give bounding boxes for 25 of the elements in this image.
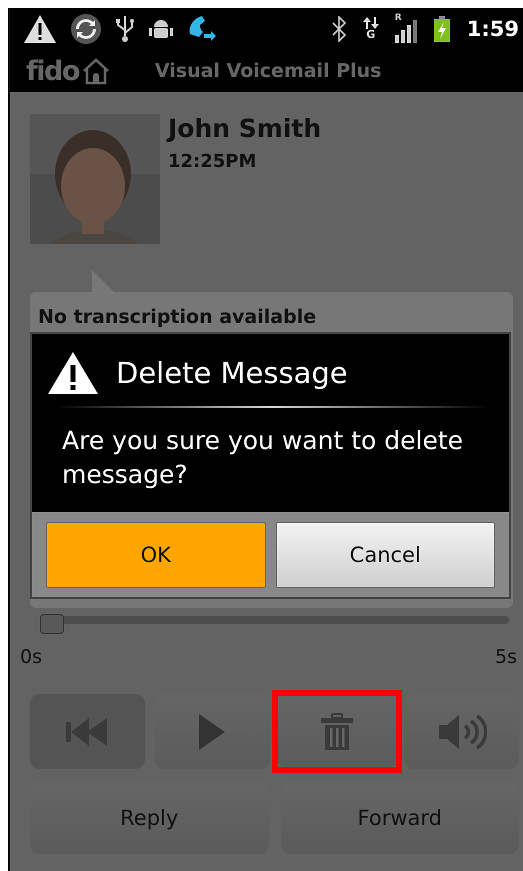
end-time: 5s bbox=[495, 646, 517, 668]
dialog-message: Are you sure you want to delete message? bbox=[61, 425, 464, 491]
usb-icon bbox=[114, 14, 136, 44]
transcription-text: No transcription available bbox=[38, 306, 316, 328]
progress-thumb[interactable] bbox=[40, 614, 64, 634]
app-title: Visual Voicemail Plus bbox=[154, 60, 382, 82]
clock: 1:59 bbox=[466, 17, 519, 41]
caller-name: John Smith bbox=[168, 114, 322, 143]
dialog-button[interactable]: OK bbox=[46, 522, 266, 588]
start-time: 0s bbox=[20, 646, 42, 668]
dialog-button[interactable]: Cancel bbox=[276, 522, 495, 588]
play-icon bbox=[197, 712, 228, 752]
house-icon bbox=[80, 57, 111, 85]
app-logo: fido bbox=[26, 56, 79, 86]
progress-track[interactable] bbox=[40, 614, 509, 634]
warning-icon bbox=[46, 350, 100, 396]
trash-icon bbox=[320, 712, 354, 750]
sync-icon bbox=[70, 13, 102, 45]
warning-icon bbox=[22, 13, 58, 45]
message-time: 12:25PM bbox=[168, 151, 258, 172]
android-icon bbox=[148, 17, 174, 41]
rewind-button[interactable] bbox=[30, 694, 145, 769]
battery-icon bbox=[432, 15, 451, 43]
dialog-title: Delete Message bbox=[116, 356, 348, 390]
bluetooth-icon bbox=[330, 16, 347, 42]
